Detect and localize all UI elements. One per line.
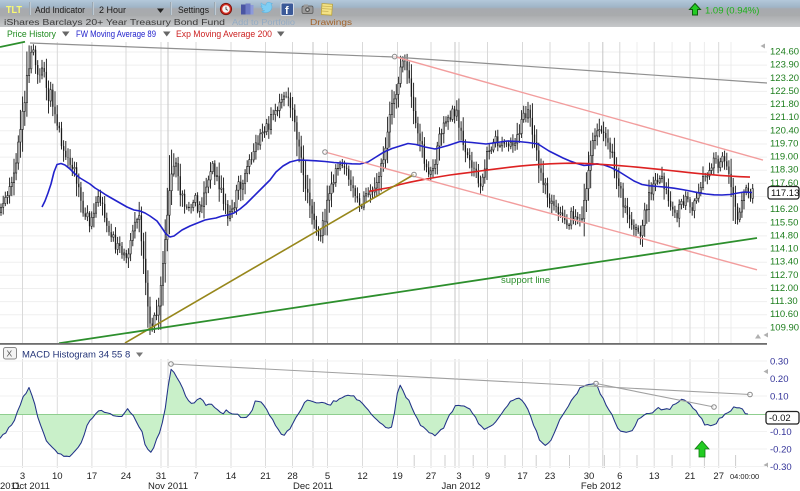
svg-text:14: 14 <box>226 471 237 482</box>
svg-text:119.70: 119.70 <box>770 139 798 150</box>
svg-text:24: 24 <box>121 471 132 482</box>
svg-text:Nov 2011: Nov 2011 <box>148 481 188 491</box>
svg-text:0.30: 0.30 <box>770 357 789 368</box>
svg-text:109.90: 109.90 <box>770 322 799 333</box>
svg-text:TLT: TLT <box>6 5 22 16</box>
svg-text:Jan 2012: Jan 2012 <box>441 481 480 491</box>
svg-text:116.20: 116.20 <box>770 204 798 215</box>
svg-text:Settings: Settings <box>178 5 209 15</box>
svg-text:113.40: 113.40 <box>770 257 798 268</box>
svg-text:7: 7 <box>193 471 198 482</box>
svg-text:Drawings: Drawings <box>310 18 352 27</box>
svg-text:114.10: 114.10 <box>770 244 798 255</box>
svg-text:19: 19 <box>392 471 403 482</box>
svg-text:-0.20: -0.20 <box>770 445 792 456</box>
svg-text:27: 27 <box>713 471 724 482</box>
svg-text:04:00:00: 04:00:00 <box>730 472 759 481</box>
svg-text:Add to Portfolio: Add to Portfolio <box>232 18 296 27</box>
svg-text:FW Moving Average 89: FW Moving Average 89 <box>76 29 156 39</box>
svg-text:12: 12 <box>357 471 368 482</box>
svg-text:122.50: 122.50 <box>770 86 799 97</box>
svg-text:21: 21 <box>260 471 271 482</box>
svg-text:121.10: 121.10 <box>770 112 799 123</box>
svg-text:17: 17 <box>517 471 528 482</box>
svg-text:21: 21 <box>685 471 696 482</box>
svg-text:124.60: 124.60 <box>770 47 799 58</box>
svg-text:Feb 2012: Feb 2012 <box>581 481 621 491</box>
svg-text:17: 17 <box>87 471 98 482</box>
svg-text:-0.02: -0.02 <box>769 413 791 424</box>
svg-text:13: 13 <box>649 471 660 482</box>
svg-text:9: 9 <box>485 471 490 482</box>
svg-text:120.40: 120.40 <box>770 125 799 136</box>
svg-text:112.00: 112.00 <box>770 283 798 294</box>
svg-text:Add Indicator: Add Indicator <box>35 5 85 15</box>
svg-text:2 Hour: 2 Hour <box>99 5 126 15</box>
svg-text:117.13: 117.13 <box>771 188 799 199</box>
svg-text:10: 10 <box>52 471 63 482</box>
svg-text:115.50: 115.50 <box>770 217 798 228</box>
svg-text:118.30: 118.30 <box>770 165 798 176</box>
svg-text:121.80: 121.80 <box>770 99 799 110</box>
svg-text:-0.10: -0.10 <box>770 427 792 438</box>
svg-text:114.80: 114.80 <box>770 230 798 241</box>
svg-text:1.09 (0.94%): 1.09 (0.94%) <box>705 6 759 17</box>
svg-text:123.20: 123.20 <box>770 73 799 84</box>
svg-text:111.30: 111.30 <box>770 296 798 307</box>
svg-text:Dec 2011: Dec 2011 <box>293 481 333 491</box>
svg-text:112.70: 112.70 <box>770 270 798 281</box>
svg-text:0.20: 0.20 <box>770 374 789 385</box>
svg-text:23: 23 <box>545 471 556 482</box>
svg-text:-0.30: -0.30 <box>770 462 792 473</box>
svg-text:Exp Moving Average 200: Exp Moving Average 200 <box>176 29 272 39</box>
svg-text:119.00: 119.00 <box>770 152 798 163</box>
svg-text:MACD Histogram 34 55 8: MACD Histogram 34 55 8 <box>22 350 130 361</box>
svg-text:0.10: 0.10 <box>770 392 789 403</box>
svg-text:f: f <box>285 5 289 17</box>
svg-text:Oct 2011: Oct 2011 <box>12 481 50 491</box>
svg-text:Price History: Price History <box>7 29 56 39</box>
svg-text:support line: support line <box>501 275 550 286</box>
svg-text:X: X <box>7 349 13 359</box>
svg-text:123.90: 123.90 <box>770 60 799 71</box>
svg-text:iShares Barclays 20+ Year Trea: iShares Barclays 20+ Year Treasury Bond … <box>4 18 225 27</box>
svg-text:27: 27 <box>426 471 437 482</box>
svg-text:110.60: 110.60 <box>770 309 798 320</box>
